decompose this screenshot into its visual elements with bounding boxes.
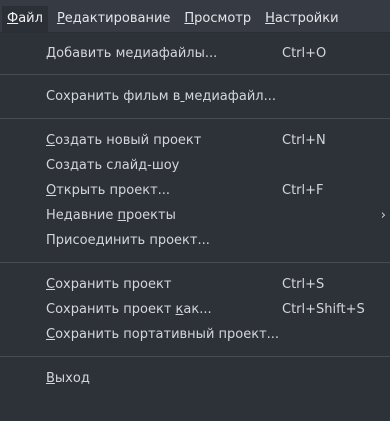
menu-item-label: Сохранить проект xyxy=(46,277,172,292)
menu-item-new-slideshow[interactable]: Создать слайд-шоу xyxy=(0,153,390,178)
menu-item-open-project[interactable]: Открыть проект... Ctrl+F xyxy=(0,178,390,203)
menu-item-save-project[interactable]: Сохранить проект Ctrl+S xyxy=(0,272,390,297)
menu-item-shortcut: Ctrl+N xyxy=(282,133,326,148)
menu-item-label: Выход xyxy=(46,371,90,386)
menu-item-label: Сохранить портативный проект... xyxy=(46,327,280,342)
menu-item-recent-projects[interactable]: Недавние проекты › xyxy=(0,203,390,228)
menu-item-label: Создать слайд-шоу xyxy=(46,158,180,173)
menu-item-new-project[interactable]: Создать новый проект Ctrl+N xyxy=(0,128,390,153)
menu-item-add-media[interactable]: Добавить медиафайлы... Ctrl+O xyxy=(0,41,390,66)
menu-item-save-project-as[interactable]: Сохранить проект как... Ctrl+Shift+S xyxy=(0,297,390,322)
menu-item-label: Добавить медиафайлы... xyxy=(46,46,218,61)
menu-bar: Файл Редактирование Просмотр Настройки xyxy=(0,0,390,33)
menu-item-save-movie[interactable]: Сохранить фильм в медиафайл... xyxy=(0,84,390,109)
menu-item-shortcut: Ctrl+S xyxy=(282,277,325,292)
chevron-right-icon: › xyxy=(380,208,386,223)
menu-item-label: Присоединить проект... xyxy=(46,233,210,248)
menu-item-label: Создать новый проект xyxy=(46,133,202,148)
menu-item-save-portable-project[interactable]: Сохранить портативный проект... xyxy=(0,322,390,347)
menu-item-shortcut: Ctrl+Shift+S xyxy=(282,302,365,317)
menu-item-label: Сохранить проект как... xyxy=(46,302,212,317)
menu-file[interactable]: Файл xyxy=(2,6,48,32)
menu-settings[interactable]: Настройки xyxy=(260,6,343,32)
menu-edit[interactable]: Редактирование xyxy=(52,6,175,32)
menu-item-shortcut: Ctrl+O xyxy=(282,46,327,61)
file-menu-dropdown: Добавить медиафайлы... Ctrl+O Сохранить … xyxy=(0,33,390,421)
menu-item-label: Сохранить фильм в медиафайл... xyxy=(46,89,276,104)
menu-item-shortcut: Ctrl+F xyxy=(282,183,324,198)
menu-item-label: Открыть проект... xyxy=(46,183,171,198)
menu-item-label: Недавние проекты xyxy=(46,208,176,223)
menu-item-exit[interactable]: Выход xyxy=(0,366,390,391)
menu-item-attach-project[interactable]: Присоединить проект... xyxy=(0,228,390,253)
menu-view[interactable]: Просмотр xyxy=(179,6,256,32)
